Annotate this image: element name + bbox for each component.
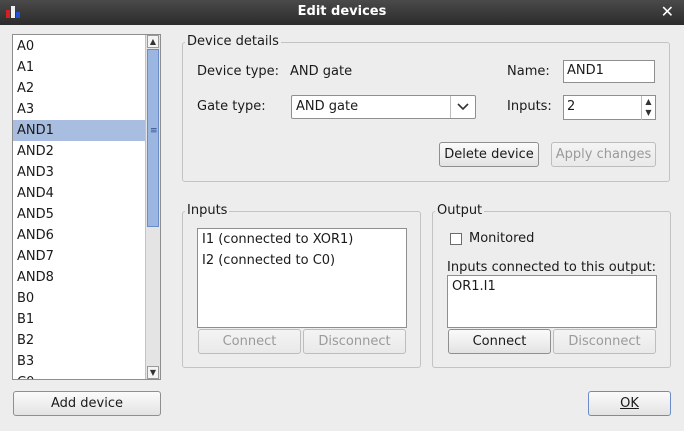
name-label: Name:	[507, 64, 550, 79]
inputs-spinbox[interactable]: 2 ▲ ▼	[563, 95, 656, 120]
monitored-label[interactable]: Monitored	[469, 231, 534, 247]
inputs-disconnect-button[interactable]: Disconnect	[303, 329, 406, 354]
list-item[interactable]: B0	[13, 288, 148, 309]
inputs-label: Inputs:	[507, 99, 552, 114]
output-connect-button[interactable]: Connect	[448, 329, 551, 354]
scroll-up-icon[interactable]: ▲	[147, 35, 159, 48]
device-type-label: Device type:	[197, 64, 280, 79]
inputs-value: 2	[567, 99, 576, 114]
scroll-thumb[interactable]: ≡	[147, 49, 159, 227]
list-item[interactable]: AND5	[13, 204, 148, 225]
list-item[interactable]: AND2	[13, 141, 148, 162]
monitored-checkbox[interactable]	[450, 233, 462, 245]
list-item[interactable]: A1	[13, 57, 148, 78]
list-item[interactable]: OR1.I1	[448, 276, 656, 297]
scroll-down-icon[interactable]: ▼	[147, 366, 159, 379]
name-field[interactable]: AND1	[563, 60, 655, 83]
gate-type-value: AND gate	[296, 99, 359, 114]
list-item[interactable]: AND3	[13, 162, 148, 183]
title-bar: Edit devices ✕	[0, 0, 684, 25]
inputs-group-title: Inputs	[185, 203, 230, 218]
add-device-button[interactable]: Add device	[13, 391, 161, 416]
device-list-items: A0 A1 A2 A3 AND1 AND2 AND3 AND4 AND5 AND6 AND7 AND8…	[13, 36, 148, 379]
connected-inputs-list[interactable]: OR1.I1	[447, 275, 657, 328]
list-item[interactable]: A2	[13, 78, 148, 99]
ok-button[interactable]: OK	[588, 391, 671, 416]
connected-inputs-label: Inputs connected to this output:	[447, 260, 657, 275]
list-item[interactable]: A3	[13, 99, 148, 120]
list-item[interactable]: I2 (connected to C0)	[198, 250, 406, 271]
device-list-scrollbar[interactable]: ▲ ≡ ▼	[145, 35, 160, 379]
device-type-value: AND gate	[290, 64, 353, 79]
list-item[interactable]: B2	[13, 330, 148, 351]
device-list[interactable]: A0 A1 A2 A3 AND1 AND2 AND3 AND4 AND5 AND6 AND7 AND8…	[12, 34, 161, 380]
spin-up-icon[interactable]: ▲	[642, 96, 655, 107]
delete-device-button[interactable]: Delete device	[439, 142, 539, 167]
ok-label: OK	[620, 396, 639, 411]
list-item[interactable]: AND8	[13, 267, 148, 288]
window-title: Edit devices	[297, 4, 387, 19]
inputs-list-items: I1 (connected to XOR1) I2 (connected to C…	[198, 229, 406, 271]
list-item[interactable]: AND1	[13, 120, 148, 141]
inputs-connect-button[interactable]: Connect	[198, 329, 301, 354]
list-item[interactable]: A0	[13, 36, 148, 57]
gate-type-select[interactable]: AND gate	[291, 95, 476, 119]
close-icon[interactable]: ✕	[661, 3, 674, 21]
spin-down-icon[interactable]: ▼	[642, 107, 655, 118]
grip-icon: ≡	[150, 126, 158, 136]
list-item[interactable]: C0	[13, 372, 148, 379]
gate-type-label: Gate type:	[197, 99, 266, 114]
list-item[interactable]: AND7	[13, 246, 148, 267]
connected-inputs-items: OR1.I1	[448, 276, 656, 297]
apply-changes-button[interactable]: Apply changes	[551, 142, 656, 167]
chevron-down-icon[interactable]	[450, 96, 475, 118]
list-item[interactable]: AND6	[13, 225, 148, 246]
output-disconnect-button[interactable]: Disconnect	[553, 329, 656, 354]
device-details-title: Device details	[185, 34, 281, 49]
inputs-list[interactable]: I1 (connected to XOR1) I2 (connected to C…	[197, 228, 407, 328]
list-item[interactable]: B3	[13, 351, 148, 372]
list-item[interactable]: AND4	[13, 183, 148, 204]
list-item[interactable]: B1	[13, 309, 148, 330]
output-group-title: Output	[435, 203, 485, 218]
list-item[interactable]: I1 (connected to XOR1)	[198, 229, 406, 250]
spin-buttons: ▲ ▼	[641, 96, 655, 120]
